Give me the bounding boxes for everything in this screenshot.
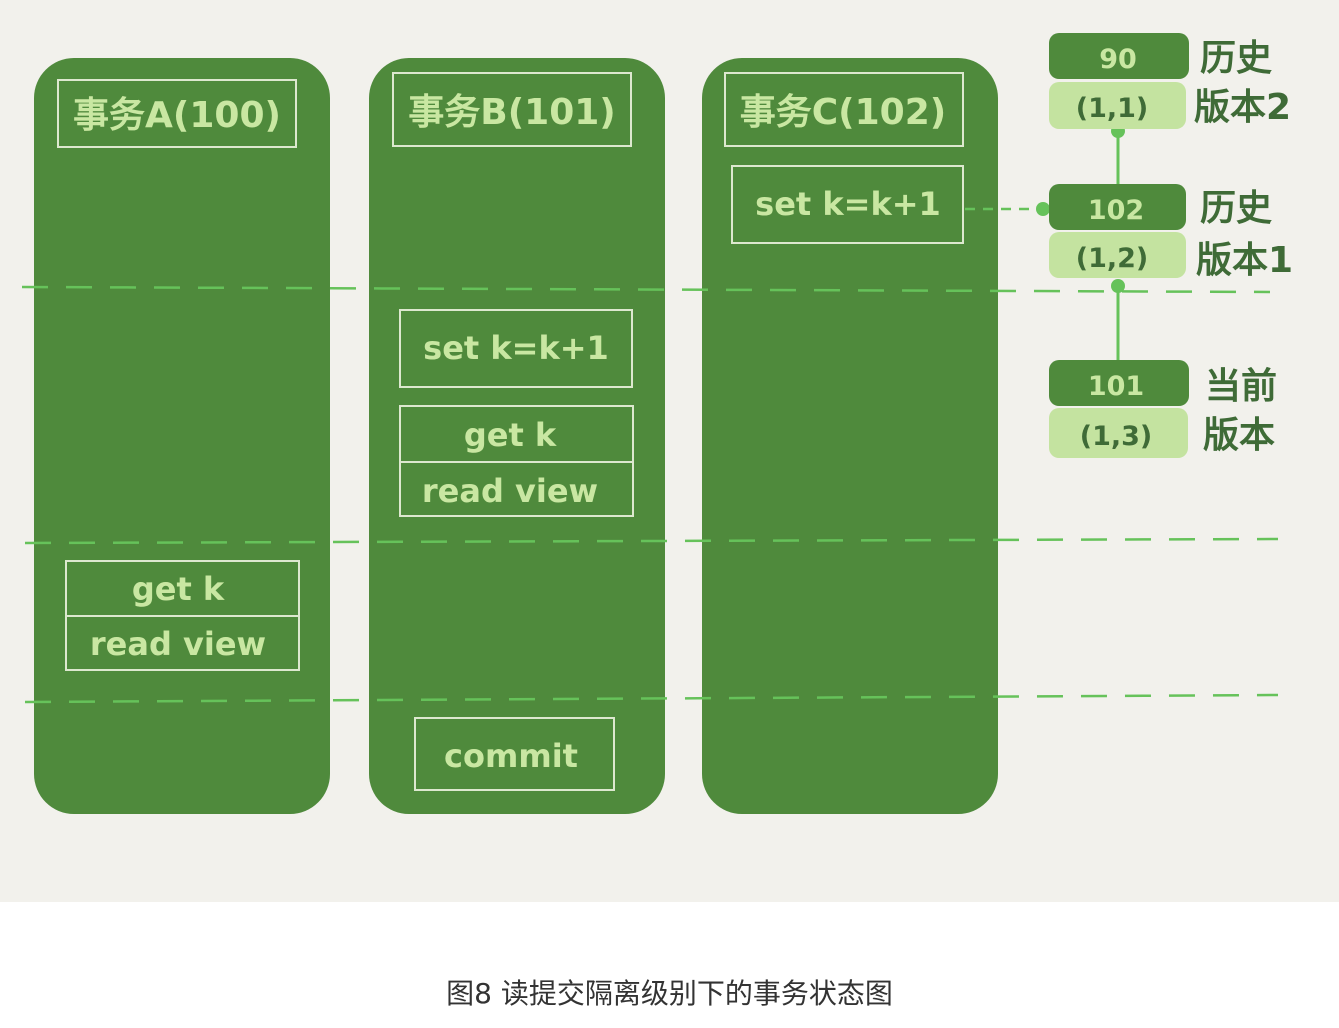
version-1-trx-id: 102 — [1088, 195, 1144, 226]
version-current: 101 (1,3) 当前 版本 — [1049, 360, 1277, 458]
version-1-label-top: 历史 — [1200, 188, 1272, 229]
transaction-c-column: 事务C(102) set k=k+1 — [702, 58, 998, 814]
op-a-read-view: read view — [90, 625, 266, 663]
update-arrow-head — [1036, 202, 1050, 216]
transaction-b-column: 事务B(101) set k=k+1 get k read view commi… — [369, 58, 665, 814]
version-history-1: 102 (1,2) 历史 版本1 — [1049, 184, 1293, 281]
chain-arrow-lower — [1111, 279, 1125, 293]
op-b-get-k: get k — [464, 416, 557, 454]
op-a-get-k: get k — [132, 570, 225, 608]
op-c-set-k: set k=k+1 — [755, 185, 941, 223]
column-c-bg — [702, 58, 998, 814]
version-1-label-bottom: 版本1 — [1196, 240, 1293, 281]
title-a: 事务A(100) — [73, 95, 281, 136]
version-2-label-bottom: 版本2 — [1194, 87, 1291, 128]
title-b: 事务B(101) — [408, 92, 616, 133]
diagram-canvas: 事务A(100) get k read view 事务B(101) set k=… — [0, 0, 1339, 902]
title-c: 事务C(102) — [740, 92, 946, 133]
transaction-diagram: 事务A(100) get k read view 事务B(101) set k=… — [21, 33, 1293, 814]
op-b-set-k: set k=k+1 — [423, 329, 609, 367]
version-history-2: 90 (1,1) 历史 版本2 — [1049, 33, 1291, 129]
version-current-label-bottom: 版本 — [1203, 415, 1275, 456]
version-2-row: (1,1) — [1076, 93, 1149, 124]
version-current-trx-id: 101 — [1088, 371, 1144, 402]
version-current-label-top: 当前 — [1205, 366, 1277, 407]
version-current-row: (1,3) — [1080, 421, 1153, 452]
version-2-label-top: 历史 — [1200, 38, 1272, 79]
figure-caption: 图8 读提交隔离级别下的事务状态图 — [446, 977, 893, 1010]
op-b-read-view: read view — [422, 472, 598, 510]
op-b-commit: commit — [444, 737, 578, 775]
version-2-trx-id: 90 — [1099, 44, 1137, 75]
version-1-row: (1,2) — [1076, 243, 1149, 274]
